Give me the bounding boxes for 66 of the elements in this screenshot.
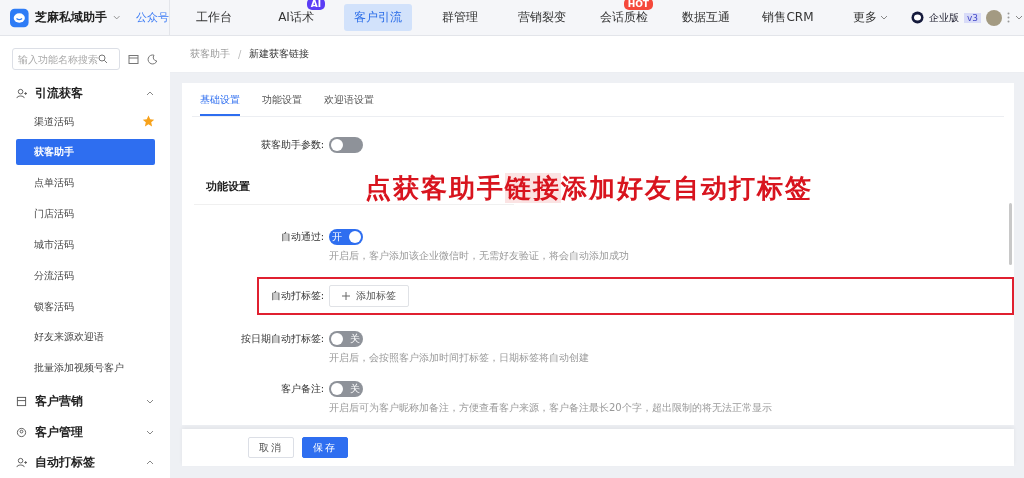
sidebar-group[interactable]: 客户管理 — [0, 416, 170, 448]
field-label: 获客助手参数: — [259, 138, 324, 152]
caret-icon — [112, 15, 120, 20]
sidebar-item[interactable]: 好友来源欢迎语 — [16, 324, 155, 351]
settings-tab[interactable]: 功能设置 — [262, 83, 302, 116]
sidebar-item[interactable]: 渠道活码 — [16, 108, 155, 135]
chat-bubble-logo-icon — [10, 7, 29, 28]
version-badge: v3 — [964, 12, 982, 23]
toggle-switch[interactable] — [329, 137, 363, 153]
sidebar-item[interactable]: 城市活码 — [16, 231, 155, 258]
field-label: 自动打标签: — [269, 289, 324, 303]
sidebar-item[interactable]: 分流活码 — [16, 262, 155, 289]
sidebar-item[interactable]: 锁客活码 — [16, 293, 155, 320]
caret-icon — [1015, 15, 1024, 20]
field-hint: 开启后，会按照客户添加时间打标签，日期标签将自动创建 — [329, 351, 590, 365]
add-tag-button[interactable]: 添加标签 — [329, 285, 409, 307]
plus-icon — [342, 292, 350, 300]
chevron-icon — [146, 429, 154, 435]
avatar[interactable] — [986, 9, 1003, 26]
cancel-button[interactable]: 取消 — [248, 437, 294, 458]
sidebar-item[interactable]: 获客助手 — [16, 139, 155, 166]
nav-badge: AI — [306, 0, 325, 10]
nav-tab[interactable]: 销售CRM — [752, 4, 824, 31]
chevron-icon — [146, 460, 154, 466]
sidebar-group[interactable]: 客户营销 — [0, 386, 170, 417]
field-label: 客户备注: — [279, 382, 324, 396]
sidebar-group[interactable]: 自动打标签 — [0, 447, 170, 478]
calendar-icon — [16, 395, 27, 407]
user-circle-icon — [16, 426, 27, 438]
breadcrumb-separator: / — [238, 48, 242, 60]
sidebar-item[interactable]: 点单活码 — [16, 170, 155, 197]
nav-tab[interactable]: 营销裂变 — [508, 4, 576, 31]
nav-tab[interactable]: 更多 — [842, 4, 898, 31]
settings-tab[interactable]: 欢迎语设置 — [324, 83, 374, 116]
breadcrumb-item: 新建获客链接 — [249, 47, 310, 61]
search-icon — [98, 54, 108, 64]
chat-logo-icon — [911, 11, 924, 24]
nav-tab[interactable]: 数据互通 — [672, 4, 740, 31]
field-label: 按日期自动打标签: — [239, 332, 324, 346]
app-name: 芝麻私域助手 — [34, 9, 107, 26]
calendar-icon[interactable] — [128, 53, 139, 65]
sidebar-group[interactable]: 引流获客 — [0, 78, 170, 109]
nav-tab[interactable]: 工作台 — [186, 4, 242, 31]
toggle-switch[interactable]: 开 — [329, 229, 363, 245]
sidebar-item[interactable]: 门店活码 — [16, 201, 155, 227]
edition-label: 企业版 — [929, 10, 959, 25]
account-type-link[interactable]: 公众号 — [136, 10, 169, 25]
settings-tab[interactable]: 基础设置 — [200, 83, 240, 116]
scrollbar-thumb[interactable] — [1009, 203, 1012, 265]
nav-badge: HOT — [623, 0, 653, 10]
chevron-icon — [146, 398, 154, 404]
field-hint: 开启后，客户添加该企业微信时，无需好友验证，将会自动添加成功 — [329, 249, 630, 263]
field-hint: 开启后可为客户昵称加备注，方便查看客户来源，客户备注最长20个字，超出限制的将无法正常显示 — [329, 401, 773, 415]
search-field[interactable]: 输入功能名称搜索 — [12, 48, 120, 70]
annotation-text: 点获客助手链接添加好友自动打标签 — [365, 172, 813, 205]
moon-icon[interactable] — [147, 53, 158, 65]
nav-tab[interactable]: 客户引流 — [344, 4, 412, 31]
chevron-icon — [146, 90, 154, 96]
star-icon[interactable] — [142, 115, 155, 129]
nav-tab[interactable]: 群管理 — [432, 4, 488, 31]
more-dots-icon[interactable] — [1007, 12, 1011, 23]
field-label: 自动通过: — [279, 230, 324, 244]
sidebar-item[interactable]: 批量添加视频号客户 — [16, 355, 155, 382]
save-button[interactable]: 保存 — [302, 437, 348, 458]
user-plus-icon — [16, 457, 27, 469]
user-plus-icon — [16, 87, 27, 99]
